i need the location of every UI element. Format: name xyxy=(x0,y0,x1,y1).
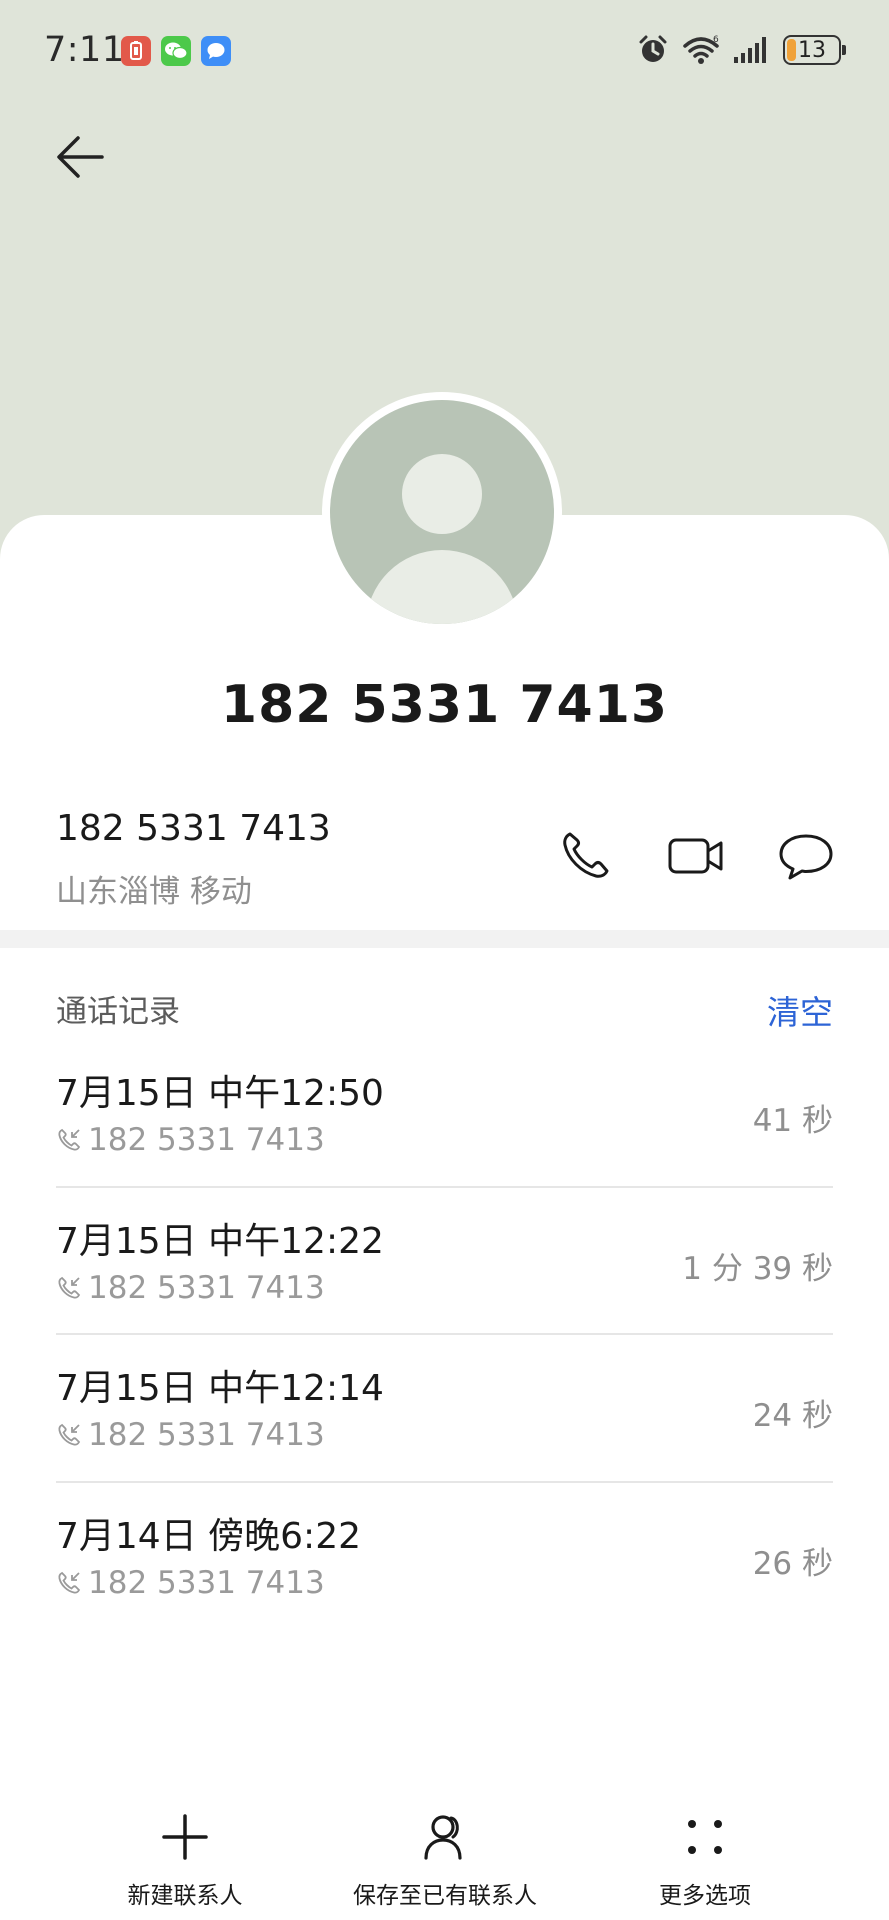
status-time: 7:11 xyxy=(44,30,125,70)
signal-icon xyxy=(734,37,766,63)
call-time: 7月14日 傍晚6:22 xyxy=(56,1515,361,1557)
call-log-list: 7月15日 中午12:50 182 5331 7413 41 秒 7月15日 中… xyxy=(56,1040,833,1630)
call-duration: 41 秒 xyxy=(752,1103,833,1139)
avatar xyxy=(322,392,562,632)
new-contact-button[interactable]: 新建联系人 xyxy=(120,1810,250,1910)
new-contact-label: 新建联系人 xyxy=(127,1883,243,1909)
call-log-header: 通话记录 xyxy=(56,994,180,1030)
incoming-call-icon xyxy=(58,1423,81,1446)
section-divider xyxy=(0,930,889,948)
chat-bubble-icon xyxy=(779,834,833,880)
battery-saver-icon xyxy=(121,36,151,66)
incoming-call-icon xyxy=(58,1571,81,1594)
back-button[interactable] xyxy=(52,128,112,188)
video-icon xyxy=(668,838,723,874)
call-number: 182 5331 7413 xyxy=(88,1269,325,1306)
default-avatar-icon xyxy=(330,400,554,624)
alarm-icon xyxy=(639,35,667,62)
battery-level: 13 xyxy=(798,37,826,63)
call-log-item[interactable]: 7月15日 中午12:22 182 5331 7413 1 分 39 秒 xyxy=(56,1188,833,1335)
incoming-call-icon xyxy=(58,1128,81,1151)
incoming-call-icon xyxy=(58,1276,81,1299)
page-title: 182 5331 7413 xyxy=(220,675,669,735)
battery-icon: 13 xyxy=(783,35,846,65)
call-duration: 24 秒 xyxy=(752,1398,833,1434)
call-duration: 1 分 39 秒 xyxy=(682,1250,833,1287)
call-log-item[interactable]: 7月15日 中午12:50 182 5331 7413 41 秒 xyxy=(56,1040,833,1188)
message-button[interactable] xyxy=(776,826,836,886)
bottom-action-bar: 新建联系人 保存至已有联系人 更多选项 xyxy=(0,1800,889,1920)
more-options-label: 更多选项 xyxy=(659,1883,751,1909)
plus-icon xyxy=(162,1814,208,1860)
call-time: 7月15日 中午12:14 xyxy=(56,1368,384,1409)
more-options-button[interactable]: 更多选项 xyxy=(640,1810,770,1910)
call-number: 182 5331 7413 xyxy=(88,1564,325,1601)
call-duration: 26 秒 xyxy=(752,1545,833,1582)
wifi-icon: 6 xyxy=(683,35,719,64)
svg-text:6: 6 xyxy=(713,35,719,45)
call-log-item[interactable]: 7月15日 中午12:14 182 5331 7413 24 秒 xyxy=(56,1335,833,1483)
call-time: 7月15日 中午12:22 xyxy=(56,1220,384,1262)
save-to-existing-button[interactable]: 保存至已有联系人 xyxy=(340,1810,550,1910)
video-call-button[interactable] xyxy=(666,826,726,886)
more-dots-icon xyxy=(688,1820,722,1854)
call-number: 182 5331 7413 xyxy=(88,1122,325,1158)
wechat-icon xyxy=(161,36,191,66)
number-location: 山东淄博 移动 xyxy=(56,874,252,910)
person-add-icon xyxy=(424,1815,462,1860)
call-log-item[interactable]: 7月14日 傍晚6:22 182 5331 7413 26 秒 xyxy=(56,1483,833,1631)
status-right: 6 13 xyxy=(637,30,846,70)
status-bar: 7:11 6 13 xyxy=(0,0,889,100)
call-time: 7月15日 中午12:50 xyxy=(56,1073,384,1114)
phone-icon xyxy=(563,832,609,878)
back-arrow-icon xyxy=(57,136,104,178)
call-number: 182 5331 7413 xyxy=(88,1417,325,1453)
message-icon xyxy=(201,36,231,66)
call-button[interactable] xyxy=(556,826,616,886)
clear-log-button[interactable]: 清空 xyxy=(767,986,833,1034)
save-to-existing-label: 保存至已有联系人 xyxy=(353,1883,537,1909)
phone-number[interactable]: 182 5331 7413 xyxy=(56,808,331,849)
